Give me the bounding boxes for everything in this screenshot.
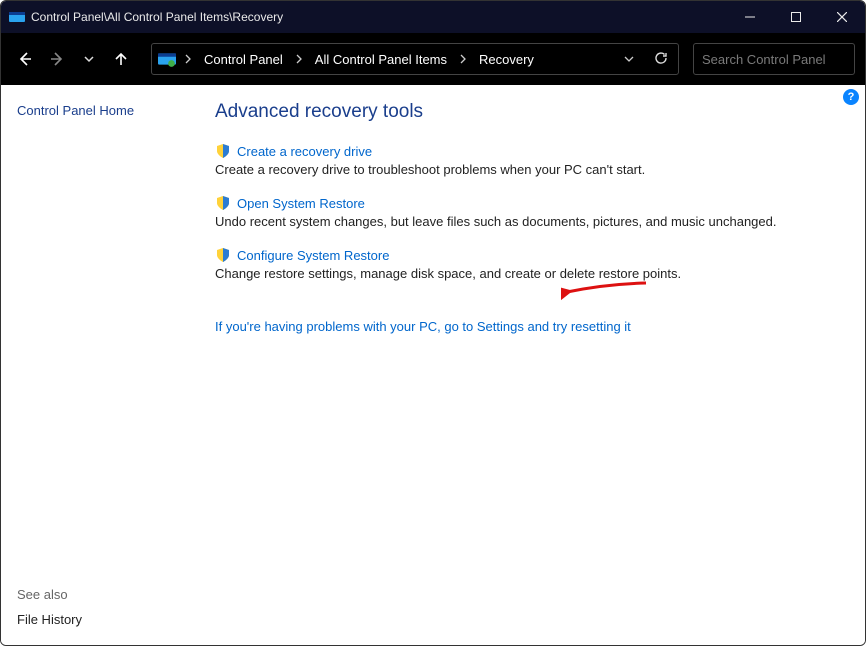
see-also-label: See also	[17, 587, 195, 602]
window-title: Control Panel\All Control Panel Items\Re…	[31, 10, 283, 24]
search-input[interactable]	[702, 52, 866, 67]
chevron-down-icon	[83, 53, 95, 65]
arrow-up-icon	[113, 51, 129, 67]
content-pane: Advanced recovery tools Create a recover…	[211, 85, 865, 645]
reset-pc-link[interactable]: If you're having problems with your PC, …	[215, 319, 631, 334]
arrow-right-icon	[49, 51, 65, 67]
chevron-down-icon	[624, 54, 634, 64]
tool-create-recovery-drive: Create a recovery drive Create a recover…	[215, 143, 837, 177]
tool-open-system-restore: Open System Restore Undo recent system c…	[215, 195, 837, 229]
address-history-button[interactable]	[620, 50, 638, 69]
back-button[interactable]	[11, 45, 39, 73]
minimize-icon	[745, 12, 755, 22]
control-panel-icon	[9, 9, 25, 25]
shield-icon	[215, 143, 231, 159]
control-panel-window: Control Panel\All Control Panel Items\Re…	[0, 0, 866, 646]
create-recovery-drive-link[interactable]: Create a recovery drive	[237, 144, 372, 159]
refresh-icon	[654, 51, 668, 65]
maximize-icon	[791, 12, 801, 22]
shield-icon	[215, 247, 231, 263]
tool-configure-system-restore: Configure System Restore Change restore …	[215, 247, 837, 281]
titlebar: Control Panel\All Control Panel Items\Re…	[1, 1, 865, 33]
search-box[interactable]	[693, 43, 855, 75]
arrow-left-icon	[17, 51, 33, 67]
configure-system-restore-link[interactable]: Configure System Restore	[237, 248, 389, 263]
breadcrumb-item-control-panel[interactable]: Control Panel	[198, 50, 289, 69]
recent-locations-button[interactable]	[75, 45, 103, 73]
breadcrumb-item-recovery[interactable]: Recovery	[473, 50, 540, 69]
open-system-restore-desc: Undo recent system changes, but leave fi…	[215, 214, 837, 229]
refresh-button[interactable]	[650, 49, 672, 70]
page-heading: Advanced recovery tools	[215, 101, 837, 123]
content-body: ? Control Panel Home See also File Histo…	[1, 85, 865, 645]
open-system-restore-link[interactable]: Open System Restore	[237, 196, 365, 211]
up-button[interactable]	[107, 45, 135, 73]
chevron-right-icon	[184, 54, 192, 64]
address-bar[interactable]: Control Panel All Control Panel Items Re…	[151, 43, 679, 75]
file-history-link[interactable]: File History	[17, 612, 195, 627]
close-icon	[837, 12, 847, 22]
annotation-arrow	[561, 278, 651, 308]
breadcrumb-chevron[interactable]	[291, 50, 307, 69]
create-recovery-drive-desc: Create a recovery drive to troubleshoot …	[215, 162, 837, 177]
control-panel-home-link[interactable]: Control Panel Home	[17, 103, 195, 118]
chevron-right-icon	[459, 54, 467, 64]
maximize-button[interactable]	[773, 1, 819, 33]
breadcrumb-chevron[interactable]	[455, 50, 471, 69]
minimize-button[interactable]	[727, 1, 773, 33]
shield-icon	[215, 195, 231, 211]
breadcrumb-chevron[interactable]	[180, 50, 196, 69]
forward-button[interactable]	[43, 45, 71, 73]
navbar: Control Panel All Control Panel Items Re…	[1, 33, 865, 85]
breadcrumb-item-all-items[interactable]: All Control Panel Items	[309, 50, 453, 69]
chevron-right-icon	[295, 54, 303, 64]
control-panel-small-icon	[158, 50, 176, 68]
close-button[interactable]	[819, 1, 865, 33]
sidebar: Control Panel Home See also File History	[1, 85, 211, 645]
configure-system-restore-desc: Change restore settings, manage disk spa…	[215, 266, 837, 281]
